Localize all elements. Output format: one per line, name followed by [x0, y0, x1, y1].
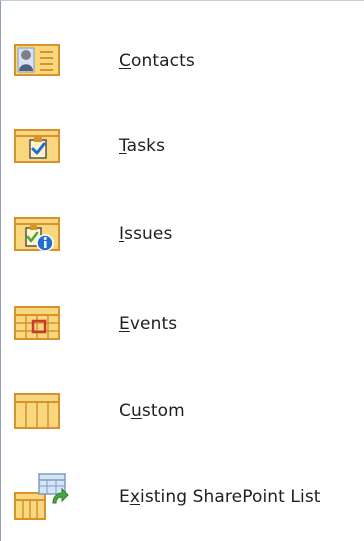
label-rest: vents [129, 314, 178, 334]
templates-menu: Contacts Tasks Issues Events Custom Exis… [0, 0, 364, 541]
mnemonic-letter: x [129, 487, 141, 507]
label-start: E [119, 487, 130, 507]
label-rest: asks [126, 136, 166, 156]
menu-item-custom[interactable]: Custom [13, 376, 358, 446]
label-rest: ssues [124, 224, 173, 244]
label-rest: ontacts [130, 51, 195, 71]
mnemonic-letter: u [130, 401, 142, 421]
menu-item-label: Tasks [119, 136, 165, 156]
menu-item-issues[interactable]: Issues [13, 199, 358, 269]
menu-item-events[interactable]: Events [13, 289, 358, 359]
label-rest: isting SharePoint List [140, 487, 321, 507]
menu-item-contacts[interactable]: Contacts [13, 26, 358, 96]
mnemonic-letter: C [119, 51, 131, 71]
mnemonic-letter: E [119, 314, 130, 334]
existing-sharepoint-list-icon [13, 470, 73, 524]
menu-item-existing-sharepoint-list[interactable]: Existing SharePoint List [13, 462, 358, 532]
menu-item-label: Contacts [119, 51, 195, 71]
menu-item-label: Custom [119, 401, 185, 421]
menu-item-label: Existing SharePoint List [119, 487, 321, 507]
label-rest: stom [141, 401, 185, 421]
label-start: C [119, 401, 131, 421]
menu-item-tasks[interactable]: Tasks [13, 111, 358, 181]
contacts-icon [13, 34, 73, 88]
tasks-icon [13, 119, 73, 173]
mnemonic-letter: T [119, 136, 127, 156]
menu-item-label: Events [119, 314, 177, 334]
menu-item-label: Issues [119, 224, 172, 244]
events-icon [13, 297, 73, 351]
custom-table-icon [13, 384, 73, 438]
issues-icon [13, 207, 73, 261]
